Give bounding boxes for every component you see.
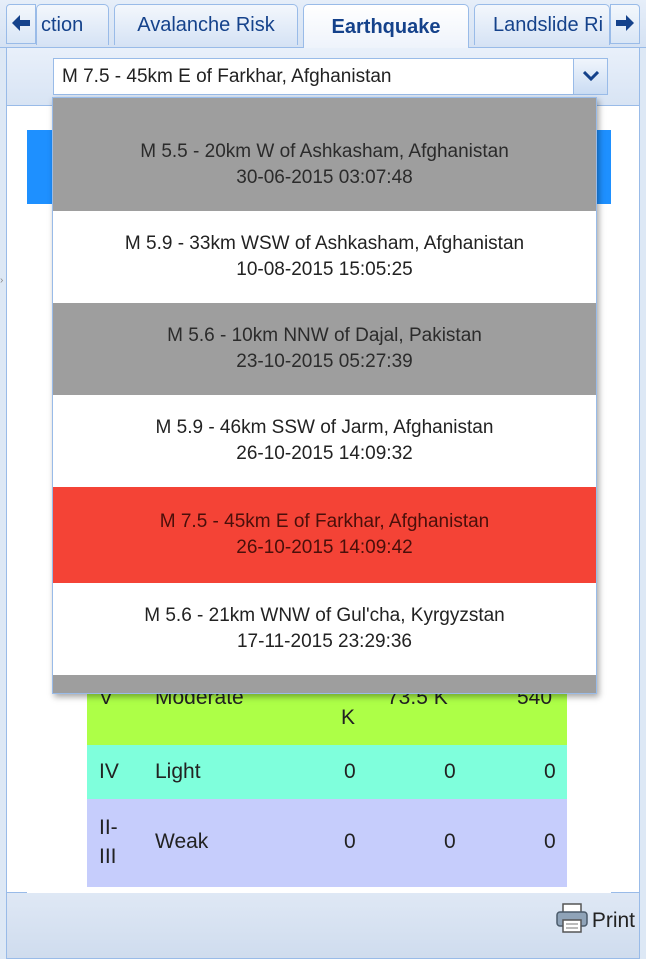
list-item-partial-bottom[interactable] xyxy=(53,675,596,693)
exposure-value: 0 xyxy=(444,760,456,783)
event-title: M 5.9 - 46km SSW of Jarm, Afghanistan xyxy=(155,417,494,438)
event-title: M 5.6 - 21km WNW of Gul'cha, Kyrgyzstan xyxy=(144,605,505,626)
tab-strip: ction Avalanche Risk Earthquake Landslid… xyxy=(0,0,646,49)
population-value: K xyxy=(341,706,356,729)
list-item[interactable]: M 5.6 - 10km NNW of Dajal, Pakistan 23-1… xyxy=(53,303,596,395)
count-value: 0 xyxy=(544,760,556,783)
event-date: 10-08-2015 15:05:25 xyxy=(236,259,413,280)
tab-landslide-risk[interactable]: Landslide Ri xyxy=(474,4,610,45)
event-date: 30-06-2015 03:07:48 xyxy=(236,167,413,188)
intensity-description: Weak xyxy=(155,830,209,853)
list-item[interactable]: M 5.6 - 21km WNW of Gul'cha, Kyrgyzstan … xyxy=(53,583,596,675)
event-date: 26-10-2015 14:09:32 xyxy=(236,443,413,464)
bottom-toolbar: Print xyxy=(6,893,640,959)
intensity-level-line1: II- xyxy=(99,816,118,839)
event-title: M 5.6 - 10km NNW of Dajal, Pakistan xyxy=(167,325,482,346)
tab-earthquake[interactable]: Earthquake xyxy=(303,4,469,49)
list-item[interactable]: M 5.9 - 33km WSW of Ashkasham, Afghanist… xyxy=(53,211,596,303)
panel-splitter-handle[interactable]: › xyxy=(0,275,6,289)
print-button[interactable]: Print xyxy=(555,903,635,939)
combo-trigger-button[interactable] xyxy=(573,59,607,94)
tab-protection[interactable]: ction xyxy=(36,4,109,45)
printer-icon xyxy=(555,902,589,940)
intensity-description: Light xyxy=(155,760,201,783)
list-item-partial-top[interactable] xyxy=(53,98,596,119)
list-item[interactable]: M 5.5 - 20km W of Ashkasham, Afghanistan… xyxy=(53,119,596,211)
tab-scroll-right-button[interactable] xyxy=(610,4,640,44)
table-row: IV Light 0 0 0 xyxy=(87,745,567,799)
chevron-down-icon xyxy=(582,68,599,86)
intensity-level: IV xyxy=(99,760,119,783)
combo-selected-value: M 7.5 - 45km E of Farkhar, Afghanistan xyxy=(62,66,392,87)
exposure-value: 0 xyxy=(444,830,456,853)
table-row: II- III Weak 0 0 0 xyxy=(87,799,567,887)
event-date: 17-11-2015 23:29:36 xyxy=(236,631,413,652)
earthquake-event-dropdown-list[interactable]: M 5.5 - 20km W of Ashkasham, Afghanistan… xyxy=(52,97,597,694)
tab-scroll-left-button[interactable] xyxy=(6,4,36,44)
print-label: Print xyxy=(591,909,635,932)
arrow-left-icon xyxy=(12,11,30,37)
event-title: M 5.9 - 33km WSW of Ashkasham, Afghanist… xyxy=(124,233,525,254)
arrow-right-icon xyxy=(616,11,634,37)
count-value: 0 xyxy=(544,830,556,853)
list-item[interactable]: M 5.9 - 46km SSW of Jarm, Afghanistan 26… xyxy=(53,395,596,487)
event-title: M 5.5 - 20km W of Ashkasham, Afghanistan xyxy=(140,141,509,162)
event-date: 23-10-2015 05:27:39 xyxy=(236,351,413,372)
event-title: M 7.5 - 45km E of Farkhar, Afghanistan xyxy=(159,511,490,532)
earthquake-event-combo[interactable]: M 7.5 - 45km E of Farkhar, Afghanistan xyxy=(53,58,608,95)
population-value: 0 xyxy=(344,760,356,783)
tab-avalanche-risk[interactable]: Avalanche Risk xyxy=(114,4,298,45)
intensity-level-line2: III xyxy=(99,845,117,868)
event-date: 26-10-2015 14:09:42 xyxy=(236,537,413,558)
population-value: 0 xyxy=(344,830,356,853)
list-item-selected[interactable]: M 7.5 - 45km E of Farkhar, Afghanistan 2… xyxy=(53,487,596,583)
